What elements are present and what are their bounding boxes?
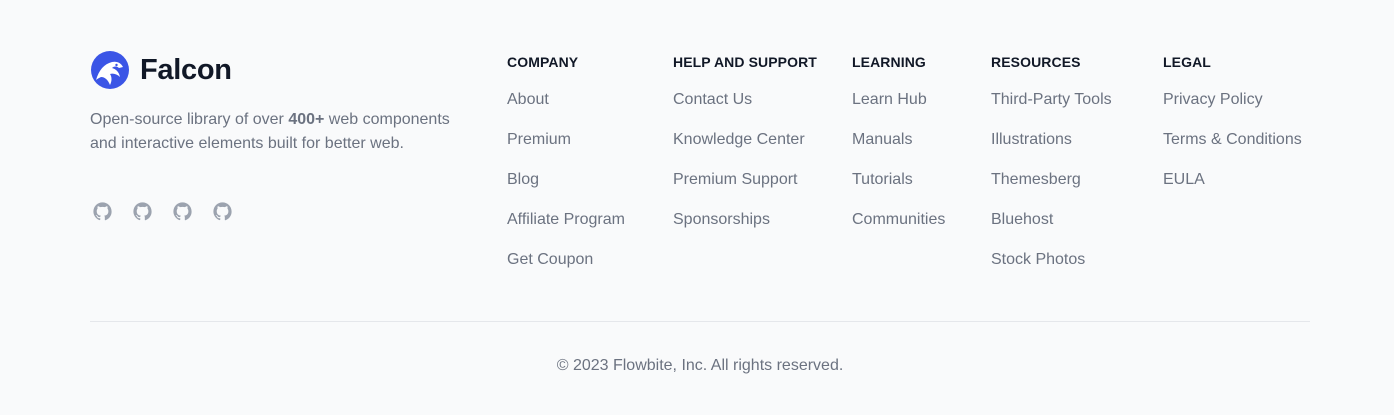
footer-link-item: Stock Photos bbox=[991, 251, 1112, 291]
footer-link[interactable]: Premium bbox=[507, 131, 571, 149]
footer-link-item: Premium bbox=[507, 131, 625, 171]
footer-link[interactable]: Premium Support bbox=[673, 171, 798, 189]
footer-link-list: Privacy Policy Terms & Conditions EULA bbox=[1163, 91, 1302, 211]
footer-link-list: About Premium Blog Affiliate Program Get Cou… bbox=[507, 91, 625, 291]
github-icon bbox=[213, 202, 232, 221]
footer-link-item: Themesberg bbox=[991, 171, 1112, 211]
footer-link[interactable]: Third-Party Tools bbox=[991, 91, 1112, 109]
footer-link[interactable]: Privacy Policy bbox=[1163, 91, 1263, 109]
footer-column: LEARNING Learn Hub Manuals Tutorials Communi… bbox=[852, 54, 945, 251]
footer-link[interactable]: Contact Us bbox=[673, 91, 752, 109]
footer-link[interactable]: Bluehost bbox=[991, 211, 1053, 229]
social-link-4[interactable] bbox=[213, 202, 232, 221]
social-links bbox=[93, 202, 253, 221]
footer-link-item: Blog bbox=[507, 171, 625, 211]
brand-description: Open-source library of over 400+ web com… bbox=[90, 108, 450, 156]
footer-link-item: Third-Party Tools bbox=[991, 91, 1112, 131]
github-icon bbox=[93, 202, 112, 221]
footer-link[interactable]: Manuals bbox=[852, 131, 912, 149]
footer-link-list: Contact Us Knowledge Center Premium Suppor… bbox=[673, 91, 817, 251]
footer-divider bbox=[90, 321, 1310, 322]
footer-link-item: Affiliate Program bbox=[507, 211, 625, 251]
footer-link-item: Learn Hub bbox=[852, 91, 945, 131]
github-icon bbox=[133, 202, 152, 221]
github-icon bbox=[173, 202, 192, 221]
social-link-3[interactable] bbox=[173, 202, 192, 221]
footer-link[interactable]: Tutorials bbox=[852, 171, 913, 189]
footer-link-item: Illustrations bbox=[991, 131, 1112, 171]
footer-link-item: About bbox=[507, 91, 625, 131]
footer-link-item: Terms & Conditions bbox=[1163, 131, 1302, 171]
social-link-2[interactable] bbox=[133, 202, 152, 221]
footer-link[interactable]: Themesberg bbox=[991, 171, 1081, 189]
footer-column-title: COMPANY bbox=[507, 54, 579, 70]
footer-link-item: Contact Us bbox=[673, 91, 817, 131]
footer-column-title: HELP AND SUPPORT bbox=[673, 54, 817, 70]
footer-link[interactable]: Stock Photos bbox=[991, 251, 1085, 269]
footer-link-item: Sponsorships bbox=[673, 211, 817, 251]
description-highlight: 400+ bbox=[288, 111, 325, 128]
footer-link-item: Manuals bbox=[852, 131, 945, 171]
footer-column-title: LEARNING bbox=[852, 54, 926, 70]
falcon-logo-icon bbox=[90, 50, 130, 90]
site-footer: Falcon Open-source library of over 400+ … bbox=[0, 0, 1394, 415]
footer-column-title: LEGAL bbox=[1163, 54, 1211, 70]
brand-name: Falcon bbox=[140, 53, 232, 86]
footer-link[interactable]: Illustrations bbox=[991, 131, 1072, 149]
footer-link-list: Third-Party Tools Illustrations Themesberg… bbox=[991, 91, 1112, 291]
footer-column: RESOURCES Third-Party Tools Illustrations T… bbox=[991, 54, 1112, 291]
footer-column: LEGAL Privacy Policy Terms & Conditions EUL… bbox=[1163, 54, 1302, 211]
brand[interactable]: Falcon bbox=[90, 50, 232, 90]
footer-link[interactable]: Blog bbox=[507, 171, 539, 189]
footer-link[interactable]: About bbox=[507, 91, 549, 109]
footer-link-list: Learn Hub Manuals Tutorials Communities bbox=[852, 91, 945, 251]
footer-link[interactable]: Communities bbox=[852, 211, 945, 229]
footer-link[interactable]: Get Coupon bbox=[507, 251, 593, 269]
footer-link[interactable]: EULA bbox=[1163, 171, 1205, 189]
footer-link[interactable]: Knowledge Center bbox=[673, 131, 805, 149]
description-text: Open-source library of over bbox=[90, 111, 289, 128]
footer-link[interactable]: Terms & Conditions bbox=[1163, 131, 1302, 149]
footer-column-title: RESOURCES bbox=[991, 54, 1081, 70]
footer-link-item: Communities bbox=[852, 211, 945, 251]
footer-link-item: Get Coupon bbox=[507, 251, 625, 291]
footer-link[interactable]: Learn Hub bbox=[852, 91, 927, 109]
footer-link-item: EULA bbox=[1163, 171, 1302, 211]
copyright: © 2023 Flowbite, Inc. All rights reserve… bbox=[556, 357, 844, 374]
social-link-1[interactable] bbox=[93, 202, 112, 221]
footer-link[interactable]: Affiliate Program bbox=[507, 211, 625, 229]
footer-link-item: Tutorials bbox=[852, 171, 945, 211]
footer-link[interactable]: Sponsorships bbox=[673, 211, 770, 229]
footer-link-item: Premium Support bbox=[673, 171, 817, 211]
footer-column: COMPANY About Premium Blog Affiliate Program… bbox=[507, 54, 625, 291]
footer-link-item: Bluehost bbox=[991, 211, 1112, 251]
footer-link-item: Privacy Policy bbox=[1163, 91, 1302, 131]
footer-link-item: Knowledge Center bbox=[673, 131, 817, 171]
footer-column: HELP AND SUPPORT Contact Us Knowledge Cent… bbox=[673, 54, 817, 251]
